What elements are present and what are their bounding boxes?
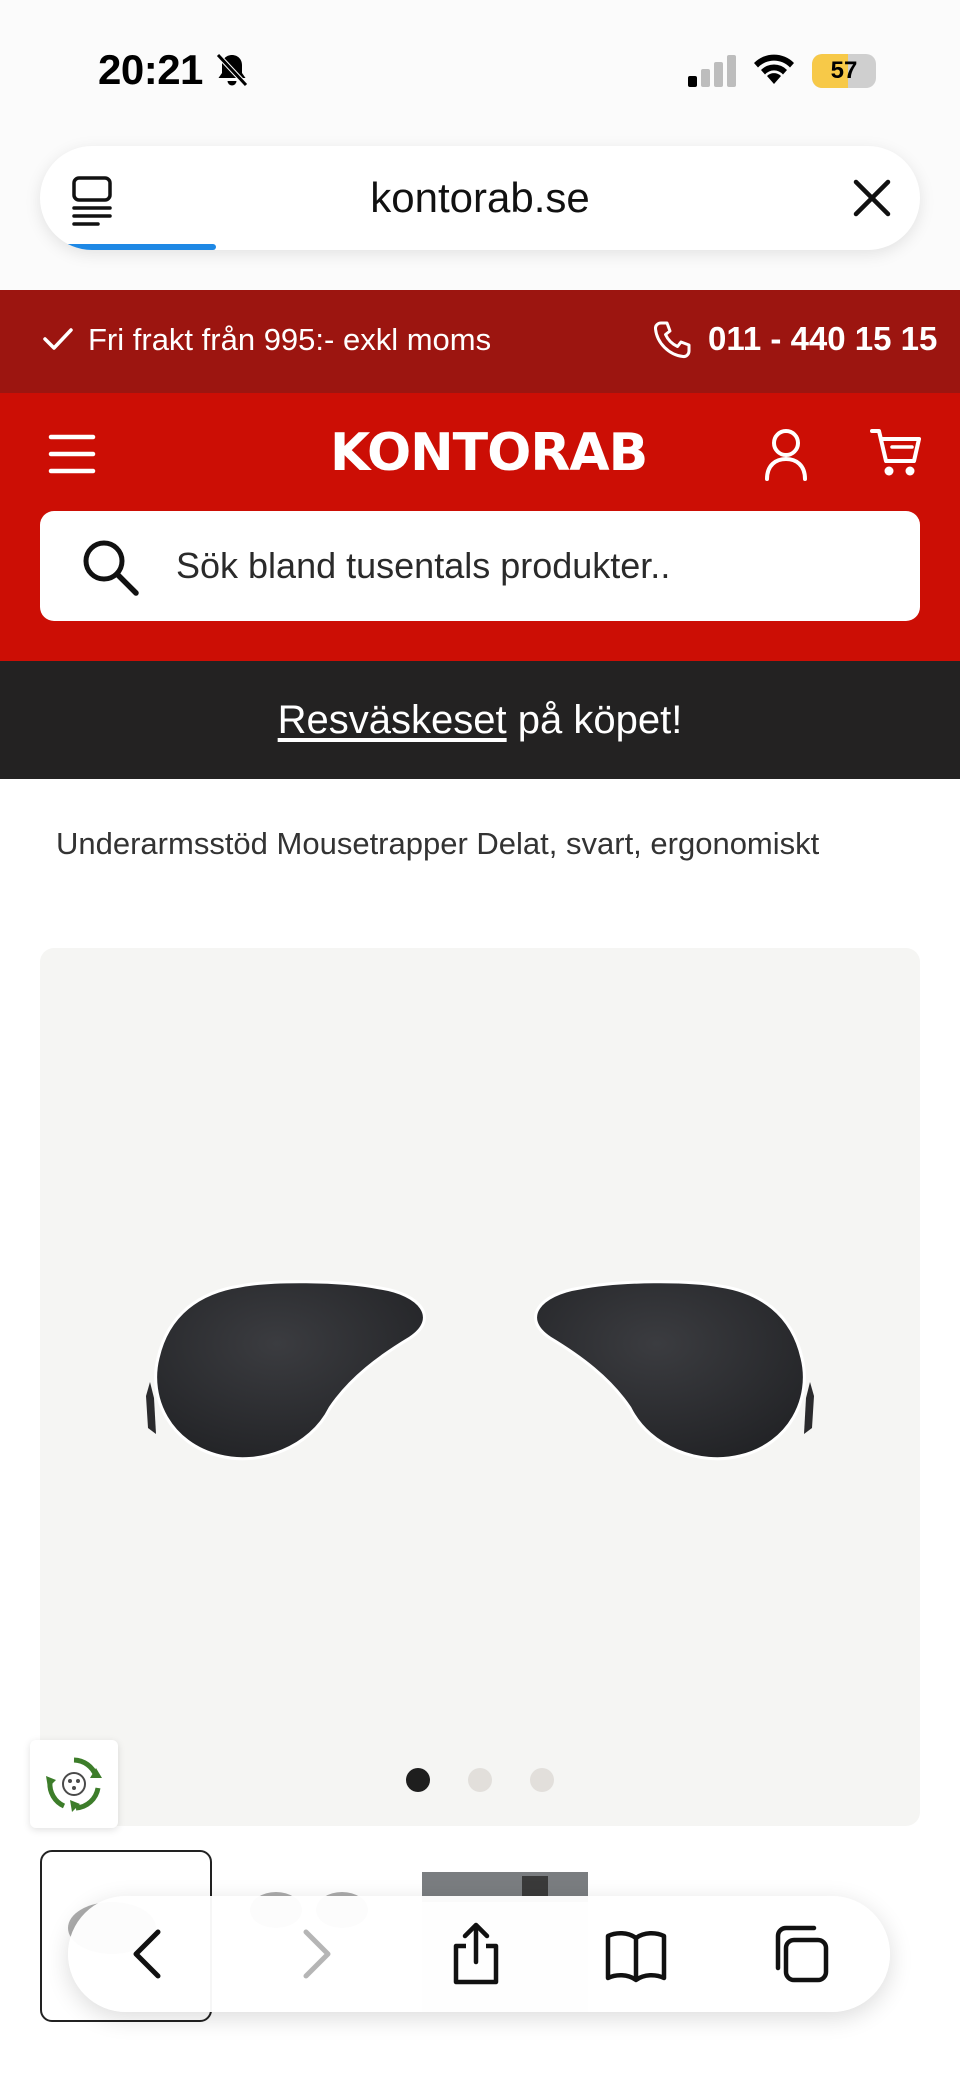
url-text[interactable]: kontorab.se xyxy=(40,146,920,250)
page-load-progress xyxy=(40,244,216,250)
browser-toolbar xyxy=(68,1896,890,2012)
back-icon[interactable] xyxy=(118,1922,182,1986)
cellular-signal-icon xyxy=(688,55,738,92)
campaign-banner: Resväskeset på köpet! xyxy=(0,661,960,779)
recycle-icon xyxy=(44,1754,104,1819)
address-bar[interactable]: kontorab.se xyxy=(40,146,920,250)
product-title: Underarmsstöd Mousetrapper Delat, svart,… xyxy=(56,826,820,861)
close-icon[interactable] xyxy=(850,176,894,225)
site-logo[interactable]: KONTORAB xyxy=(330,423,648,483)
carousel-dot[interactable] xyxy=(468,1768,492,1792)
status-bar: 20:21 57 xyxy=(0,0,960,140)
user-icon[interactable] xyxy=(764,427,808,486)
search-box[interactable] xyxy=(40,511,920,621)
product-image[interactable] xyxy=(140,1278,820,1503)
search-icon[interactable] xyxy=(82,539,140,602)
carousel-dot[interactable] xyxy=(530,1768,554,1792)
share-icon[interactable] xyxy=(444,1922,508,1986)
promo-bar: Fri frakt från 995:- exkl moms 011 - 440… xyxy=(0,290,960,393)
phone-number-link[interactable]: 011 - 440 15 15 xyxy=(708,320,937,358)
phone-icon[interactable] xyxy=(652,320,692,365)
tabs-icon[interactable] xyxy=(768,1922,832,1986)
menu-icon[interactable] xyxy=(48,433,96,480)
wifi-icon xyxy=(752,52,796,91)
bell-slash-icon xyxy=(215,52,249,93)
battery-cap xyxy=(868,64,874,78)
site-header: KONTORAB xyxy=(0,393,960,661)
forward-icon[interactable] xyxy=(282,1922,346,1986)
cart-icon[interactable] xyxy=(870,427,922,484)
reader-icon[interactable] xyxy=(70,174,118,231)
campaign-link[interactable]: Resväskeset xyxy=(278,698,507,742)
product-image-gallery[interactable] xyxy=(40,948,920,1826)
battery-percentage: 57 xyxy=(830,57,858,84)
carousel-dot[interactable] xyxy=(406,1768,430,1792)
search-input[interactable] xyxy=(176,511,876,621)
bookmarks-icon[interactable] xyxy=(604,1922,668,1986)
carousel-dots xyxy=(40,1768,920,1796)
campaign-text: på köpet! xyxy=(506,698,683,742)
recycle-badge[interactable] xyxy=(30,1740,118,1828)
free-shipping-text: Fri frakt från 995:- exkl moms xyxy=(88,322,492,357)
battery-icon: 57 xyxy=(812,54,876,88)
check-icon xyxy=(42,326,74,357)
status-time: 20:21 xyxy=(98,46,203,93)
